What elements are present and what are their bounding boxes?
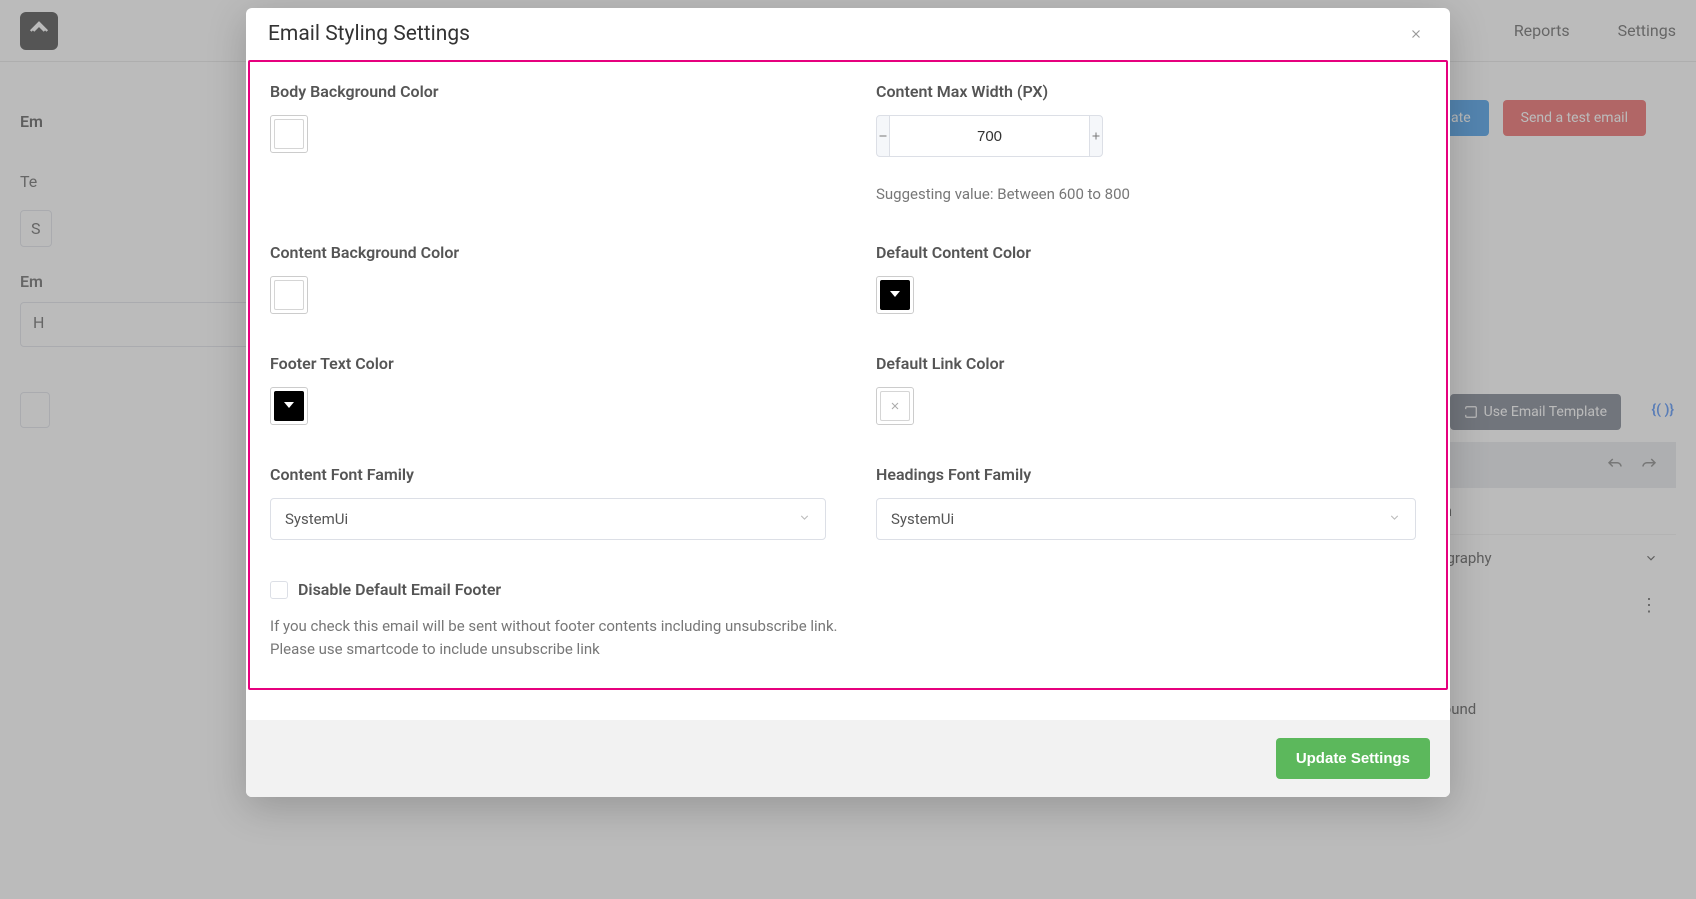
email-styling-modal: Email Styling Settings Body Background C…: [246, 8, 1450, 797]
plus-icon: [1090, 130, 1102, 142]
chevron-down-icon: [798, 510, 811, 528]
content-bg-color-picker[interactable]: [270, 276, 308, 314]
field-label: Body Background Color: [270, 82, 826, 101]
content-font-field: Content Font Family SystemUi: [270, 465, 826, 540]
modal-overlay: Email Styling Settings Body Background C…: [0, 0, 1696, 899]
body-bg-color-picker[interactable]: [270, 115, 308, 153]
field-label: Content Background Color: [270, 243, 826, 262]
max-width-stepper: [876, 115, 1076, 157]
field-label: Headings Font Family: [876, 465, 1426, 484]
close-icon: [889, 400, 901, 412]
field-label: Content Max Width (PX): [876, 82, 1426, 101]
content-font-select[interactable]: SystemUi: [270, 498, 826, 540]
modal-header: Email Styling Settings: [246, 8, 1450, 60]
footer-note: If you check this email will be sent wit…: [270, 615, 1426, 660]
update-settings-button[interactable]: Update Settings: [1276, 738, 1430, 779]
disable-footer-checkbox[interactable]: [270, 581, 288, 599]
disable-footer-field: Disable Default Email Footer If you chec…: [270, 580, 1426, 660]
select-value: SystemUi: [285, 510, 348, 528]
increase-button[interactable]: [1089, 115, 1103, 157]
field-label: Default Content Color: [876, 243, 1426, 262]
link-color-picker[interactable]: [876, 387, 914, 425]
checkbox-label: Disable Default Email Footer: [298, 580, 501, 599]
field-label: Footer Text Color: [270, 354, 826, 373]
chevron-down-icon: [1388, 510, 1401, 528]
disable-footer-checkbox-row: Disable Default Email Footer: [270, 580, 1426, 599]
headings-font-field: Headings Font Family SystemUi: [876, 465, 1426, 540]
default-content-color-field: Default Content Color: [876, 243, 1426, 314]
decrease-button[interactable]: [876, 115, 890, 157]
modal-body: Body Background Color Content Max Width …: [248, 60, 1448, 690]
minus-icon: [877, 130, 889, 142]
footer-text-color-picker[interactable]: [270, 387, 308, 425]
max-width-hint: Suggesting value: Between 600 to 800: [876, 185, 1426, 203]
footer-text-color-field: Footer Text Color: [270, 354, 826, 425]
max-width-input[interactable]: [890, 115, 1089, 157]
modal-footer: Update Settings: [246, 720, 1450, 797]
close-button[interactable]: [1404, 22, 1428, 46]
field-label: Default Link Color: [876, 354, 1426, 373]
content-bg-color-field: Content Background Color: [270, 243, 826, 314]
headings-font-select[interactable]: SystemUi: [876, 498, 1416, 540]
default-link-color-field: Default Link Color: [876, 354, 1426, 425]
close-icon: [1409, 27, 1423, 41]
field-label: Content Font Family: [270, 465, 826, 484]
content-max-width-field: Content Max Width (PX) Suggesting value:…: [876, 82, 1426, 203]
content-color-picker[interactable]: [876, 276, 914, 314]
select-value: SystemUi: [891, 510, 954, 528]
modal-title: Email Styling Settings: [268, 22, 470, 46]
body-bg-color-field: Body Background Color: [270, 82, 826, 203]
